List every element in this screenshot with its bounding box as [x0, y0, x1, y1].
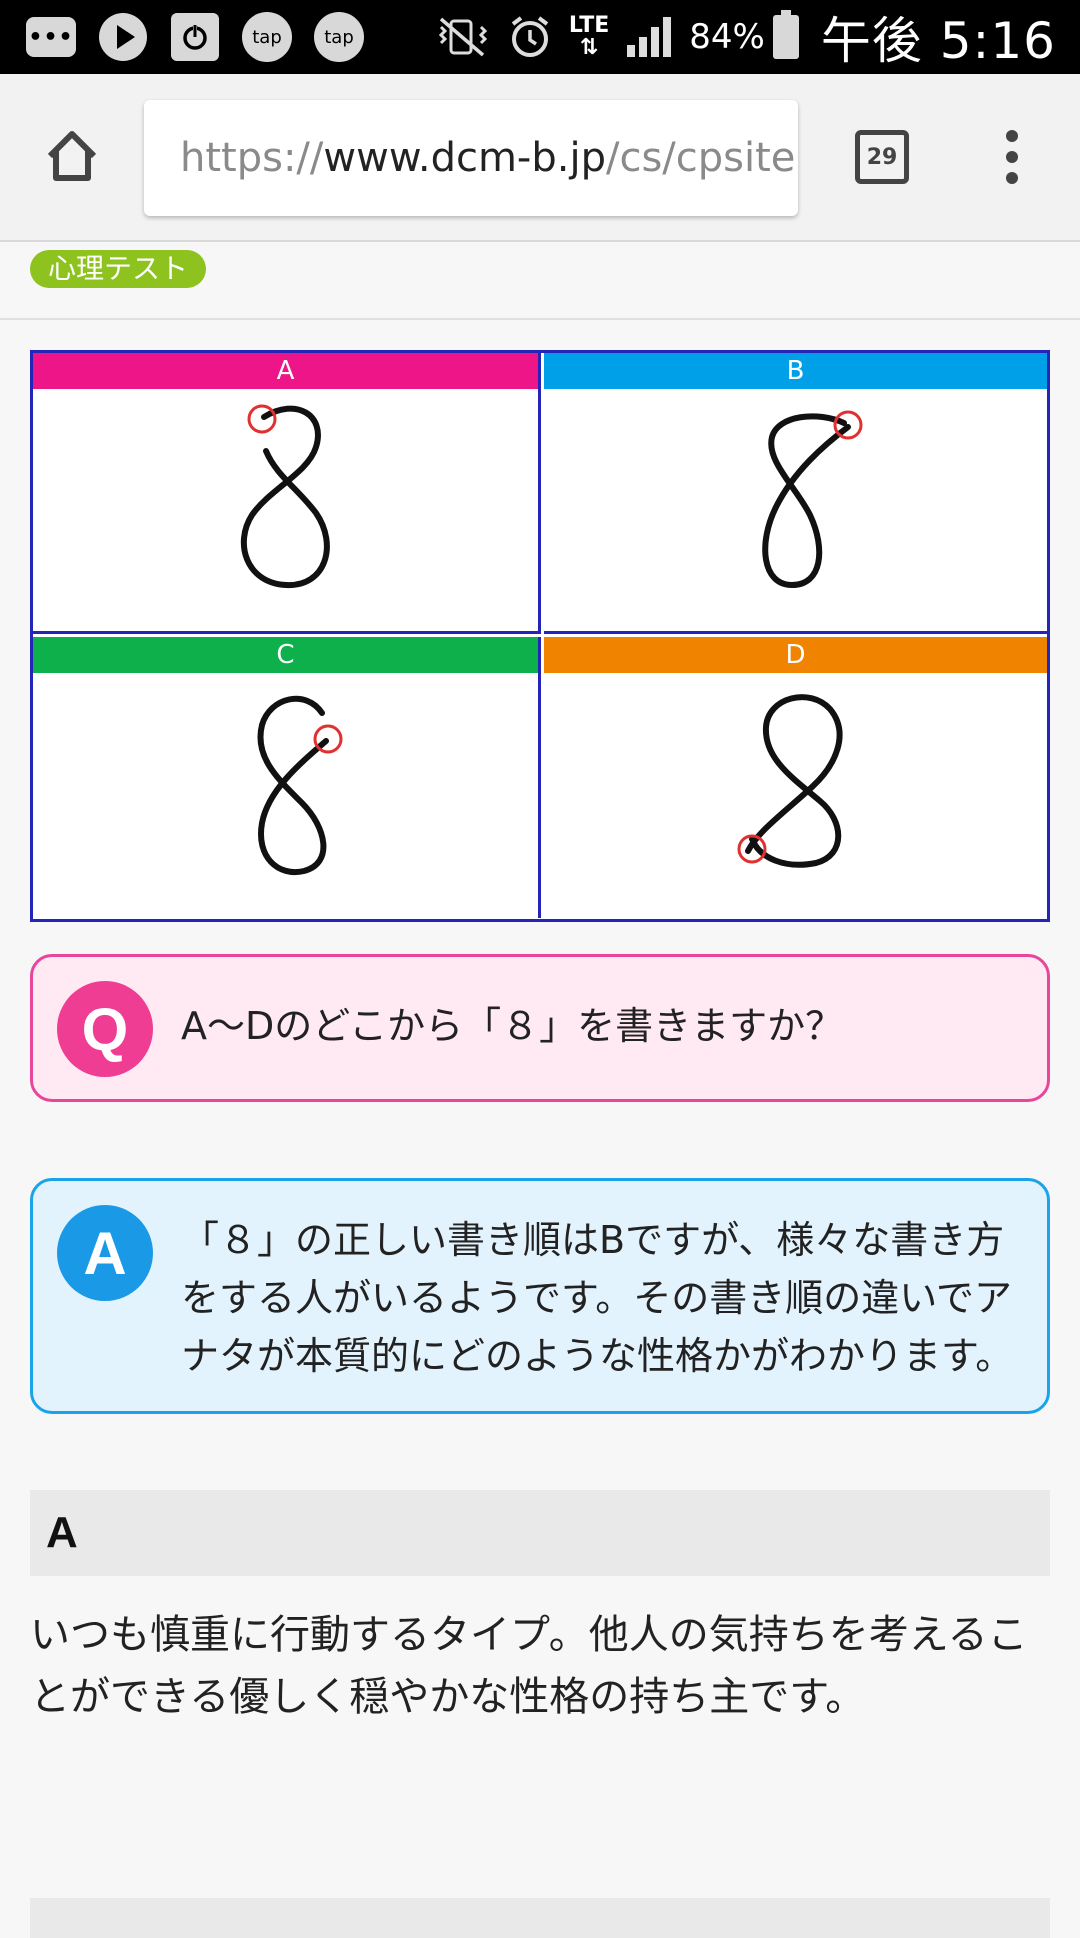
clock: 午後 5:16	[820, 12, 1056, 70]
url-path: /cs/cpsite.	[605, 135, 798, 181]
option-c-panel: C	[33, 637, 541, 918]
option-a-header: A	[33, 353, 538, 389]
category-row: 心理テスト	[0, 242, 1080, 320]
alarm-icon	[507, 14, 553, 60]
question-text: A〜Dのどこから「８」を書きますか？	[181, 1004, 844, 1048]
option-d-header: D	[544, 637, 1047, 673]
option-b-header: B	[544, 353, 1047, 389]
figure-eight-b-drawing	[761, 410, 862, 589]
question-badge: Q	[57, 981, 153, 1077]
result-a-text: いつも慎重に行動するタイプ。他人の気持ちを考えることができる優しく穏やかな性格の…	[30, 1612, 1028, 1720]
vibrate-mute-icon	[433, 15, 491, 59]
tap-notification-icon: tap	[242, 12, 292, 62]
option-c-header: C	[33, 637, 538, 673]
tap-notification-icon: tap	[314, 12, 364, 62]
tab-switcher-button[interactable]: 29	[855, 130, 909, 184]
option-b-panel: B	[544, 353, 1047, 634]
next-result-heading	[30, 1898, 1050, 1938]
home-icon[interactable]	[42, 126, 102, 186]
category-tag[interactable]: 心理テスト	[30, 250, 207, 288]
answer-box: A 「８」の正しい書き順はBですが、様々な書き方をする人がいるようです。その書き…	[30, 1178, 1050, 1414]
status-bar: ••• tap tap LTE ⇅ 84% 午後 5:16	[0, 0, 1080, 74]
stroke-order-diagram: A B C D	[30, 350, 1050, 922]
answer-badge: A	[57, 1205, 153, 1301]
overflow-menu-icon[interactable]	[1000, 130, 1024, 190]
signal-icon	[625, 15, 675, 59]
answer-text: 「８」の正しい書き順はBですが、様々な書き方をする人がいるようです。その書き順の…	[181, 1218, 1014, 1378]
figure-eight-c-drawing	[257, 695, 342, 876]
figure-eight-a-drawing	[240, 404, 330, 589]
power-notification-icon	[170, 12, 220, 62]
option-a-panel: A	[33, 353, 541, 634]
chat-notification-icon: •••	[26, 12, 76, 62]
play-notification-icon	[98, 12, 148, 62]
browser-toolbar: https://www.dcm-b.jp/cs/cpsite. 29	[0, 74, 1080, 242]
battery-icon	[772, 10, 799, 59]
lte-icon: LTE ⇅	[568, 13, 610, 60]
url-bar[interactable]: https://www.dcm-b.jp/cs/cpsite.	[144, 100, 798, 216]
url-host: www.dcm-b.jp	[323, 135, 606, 181]
question-box: Q A〜Dのどこから「８」を書きますか？	[30, 954, 1050, 1102]
battery-percent: 84%	[689, 17, 765, 57]
result-a-heading: A	[30, 1490, 1050, 1576]
url-scheme: https://	[180, 135, 324, 181]
figure-eight-d-drawing	[737, 694, 842, 868]
option-d-panel: D	[544, 637, 1047, 918]
